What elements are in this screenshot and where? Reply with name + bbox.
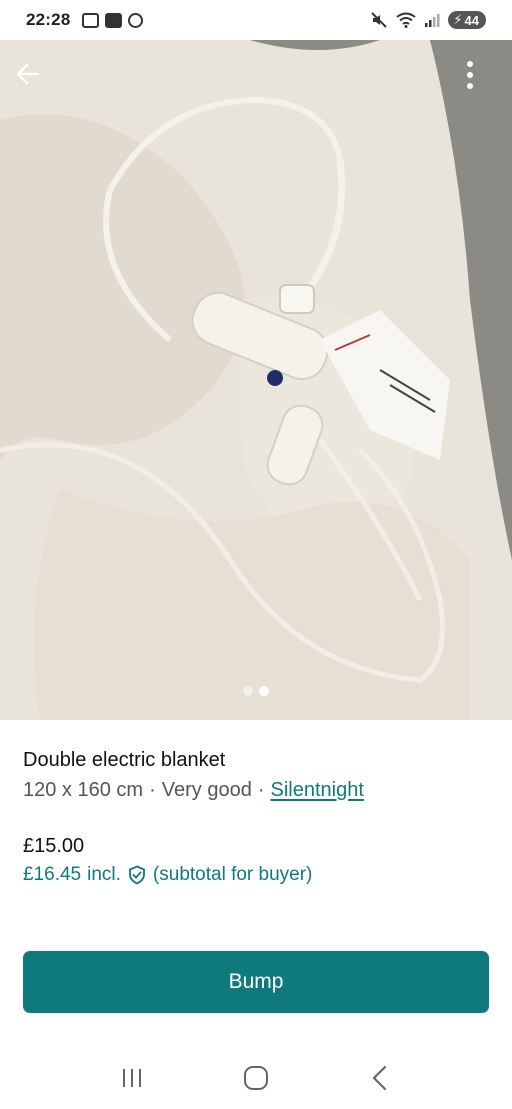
status-time: 22:28 xyxy=(26,10,71,29)
listing-title: Double electric blanket xyxy=(23,749,226,771)
pagination-dot-active[interactable] xyxy=(259,686,269,696)
mute-icon xyxy=(371,12,388,28)
meta-separator: · xyxy=(149,779,156,801)
listing-price: £15.00 xyxy=(23,835,85,857)
meta-separator: · xyxy=(257,779,265,801)
battery-indicator: ⚡ 44 xyxy=(448,11,486,29)
battery-level: 44 xyxy=(464,12,479,28)
chrome-icon xyxy=(128,12,144,28)
listing-photo[interactable] xyxy=(0,40,512,720)
buyer-price-row[interactable]: £16.45 incl. (subtotal for buyer) xyxy=(23,861,312,889)
buyer-price: £16.45 xyxy=(23,864,82,885)
blanket-photo-illustration xyxy=(0,40,512,720)
more-vertical-icon xyxy=(467,61,473,89)
back-arrow-icon xyxy=(16,63,40,85)
pagination-dot[interactable] xyxy=(243,686,253,696)
battery-charging-icon: ⚡ xyxy=(453,12,463,27)
listing-size: 120 x 160 cm xyxy=(23,779,144,801)
screenshot-icon xyxy=(82,12,100,28)
buyer-note: (subtotal for buyer) xyxy=(152,864,313,885)
status-bar: 22:28 ⚡ 44 xyxy=(0,0,512,40)
home-button[interactable] xyxy=(236,1058,276,1098)
notification-icons xyxy=(82,12,144,28)
listing-condition: Very good xyxy=(161,779,252,801)
chevron-left-icon xyxy=(372,1065,387,1090)
recent-apps-button[interactable] xyxy=(112,1058,152,1098)
recent-apps-icon xyxy=(123,1068,141,1087)
listing-meta: 120 x 160 cm · Very good · Silentnight xyxy=(23,774,489,806)
system-icons: ⚡ 44 xyxy=(370,11,486,29)
more-options-button[interactable] xyxy=(466,60,496,100)
shield-check-icon xyxy=(129,865,145,885)
incl-label: incl. xyxy=(87,864,121,885)
home-icon xyxy=(244,1065,268,1090)
back-button[interactable] xyxy=(14,60,54,100)
wifi-icon xyxy=(396,12,417,28)
gallery-pagination xyxy=(0,686,512,696)
mail-icon xyxy=(105,12,123,28)
signal-icon xyxy=(425,14,440,27)
brand-link[interactable]: Silentnight xyxy=(271,774,364,806)
system-nav-bar xyxy=(0,1046,512,1109)
system-back-button[interactable] xyxy=(360,1058,400,1098)
listing-details: Double electric blanket 120 x 160 cm · V… xyxy=(23,746,489,806)
bump-button[interactable]: Bump xyxy=(23,951,489,1013)
